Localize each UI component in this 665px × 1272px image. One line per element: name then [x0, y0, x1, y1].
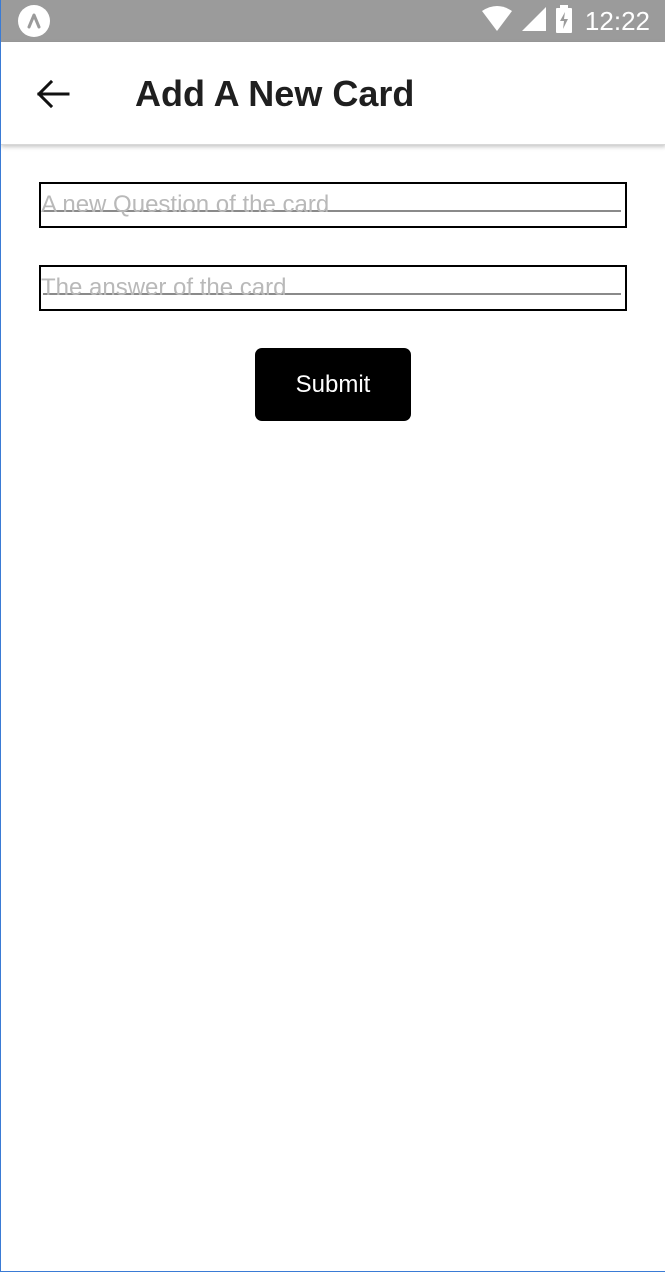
status-icons: 12:22 [481, 0, 650, 42]
battery-charging-icon [555, 4, 573, 38]
question-input-container [39, 182, 627, 228]
question-input[interactable] [41, 184, 625, 226]
app-screen: 12:22 Add A New Card Submit [0, 0, 665, 1272]
submit-button[interactable]: Submit [255, 348, 411, 421]
page-title: Add A New Card [135, 73, 415, 114]
app-header: Add A New Card [1, 42, 665, 145]
expo-icon [18, 5, 50, 37]
status-time: 12:22 [584, 5, 650, 36]
signal-icon [521, 6, 547, 37]
wifi-icon [481, 5, 513, 37]
answer-input-container [39, 265, 627, 311]
answer-input[interactable] [41, 267, 625, 309]
back-button[interactable] [27, 70, 79, 118]
status-bar: 12:22 [1, 0, 665, 42]
arrow-left-icon [36, 79, 70, 109]
